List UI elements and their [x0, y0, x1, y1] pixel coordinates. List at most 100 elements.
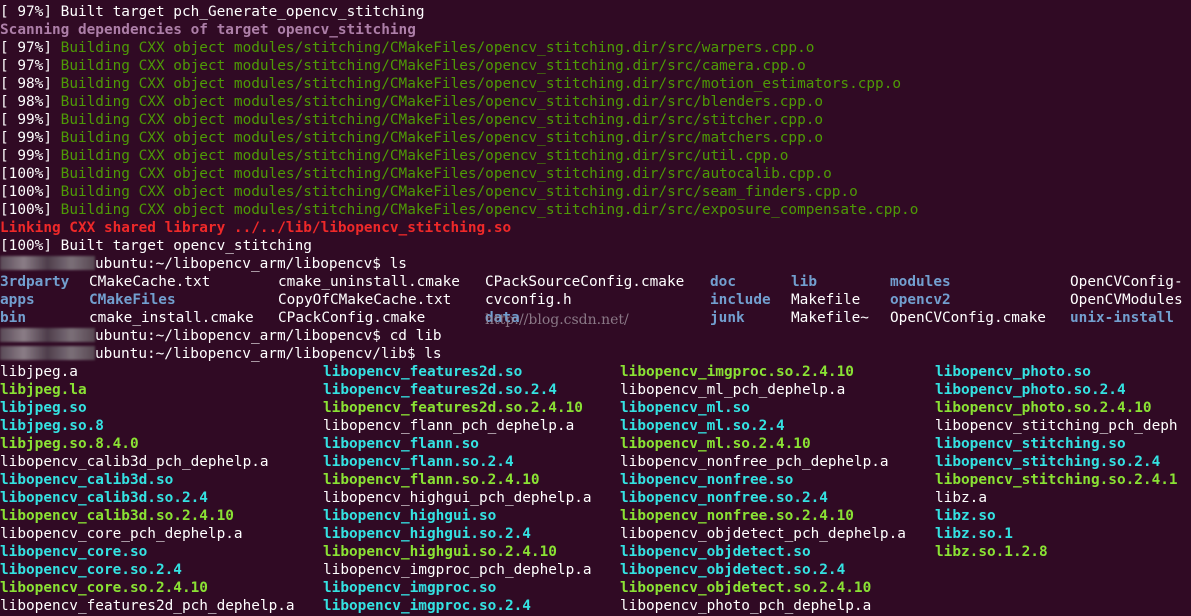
ls-entry: libopencv_features2d.so.2.4.10: [323, 400, 583, 416]
build-message: Building CXX object modules/stitching/CM…: [60, 184, 858, 200]
ls-entry: libopencv_features2d.so: [323, 364, 523, 380]
ls-entry: libopencv_flann.so.2.4: [323, 454, 514, 470]
ls-entry: libopencv_calib3d.so: [0, 472, 174, 488]
ls-entry: 3rdparty: [0, 274, 70, 290]
ls-entry: cmake_uninstall.cmake: [278, 274, 460, 290]
ls-entry: libopencv_imgproc.so: [323, 580, 497, 596]
build-message: Building CXX object modules/stitching/CM…: [60, 166, 832, 182]
ls-entry: CPackConfig.cmake: [278, 310, 426, 326]
prompt-command: ls: [389, 256, 407, 272]
build-output-line: [ 99%] Building CXX object modules/stitc…: [0, 147, 788, 165]
ls-entry: libopencv_objdetect_pch_dephelp.a: [620, 526, 906, 542]
ls-entry: libopencv_stitching.so.2.4: [935, 454, 1161, 470]
build-message: Building CXX object modules/stitching/CM…: [60, 76, 902, 92]
ls-entry: libopencv_photo.so.2.4.10: [935, 400, 1152, 416]
ls-entry: libopencv_nonfree.so.2.4.10: [620, 508, 854, 524]
ls-entry: libopencv_flann_pch_dephelp.a: [323, 418, 575, 434]
ls-entry: libopencv_nonfree_pch_dephelp.a: [620, 454, 889, 470]
ls-entry: libz.so.1.2.8: [935, 544, 1048, 560]
redacted-user-host: [0, 256, 95, 270]
ls-entry: libopencv_core.so: [0, 544, 148, 560]
build-message: Building CXX object modules/stitching/CM…: [60, 202, 919, 218]
build-message: Scanning dependencies of target opencv_s…: [0, 22, 416, 38]
build-output-line: [ 98%] Building CXX object modules/stitc…: [0, 75, 901, 93]
ls-entry: libopencv_highgui.so.2.4.10: [323, 544, 557, 560]
ls-entry: libopencv_photo_pch_dephelp.a: [620, 598, 872, 614]
build-output-line: [ 99%] Building CXX object modules/stitc…: [0, 111, 823, 129]
build-message: Building CXX object modules/stitching/CM…: [60, 58, 806, 74]
ls-entry: libopencv_ml.so.2.4: [620, 418, 785, 434]
build-output-line: [100%] Built target opencv_stitching: [0, 237, 312, 255]
ls-entry: libjpeg.so.8: [0, 418, 104, 434]
ls-entry: libopencv_core.so.2.4.10: [0, 580, 208, 596]
ls-entry: libopencv_calib3d_pch_dephelp.a: [0, 454, 269, 470]
ls-entry: libopencv_stitching_pch_deph: [935, 418, 1178, 434]
prompt-command: cd lib: [389, 328, 442, 344]
ls-entry: libopencv_ml_pch_dephelp.a: [620, 382, 846, 398]
ls-entry: CMakeFiles: [89, 292, 176, 308]
ls-entry: Makefile: [791, 292, 861, 308]
prompt-path: ubuntu:~/libopencv_arm/libopencv$: [95, 256, 390, 272]
ls-entry: libopencv_highgui.so.2.4: [323, 526, 531, 542]
build-message: Building CXX object modules/stitching/CM…: [60, 130, 824, 146]
ls-entry: libopencv_objdetect.so: [620, 544, 811, 560]
build-output-line: [100%] Building CXX object modules/stitc…: [0, 165, 832, 183]
shell-prompt-line: ubuntu:~/libopencv_arm/libopencv$ cd lib: [0, 327, 442, 345]
prompt-command: ls: [424, 346, 442, 362]
ls-entry: libz.a: [935, 490, 987, 506]
ls-entry: cmake_install.cmake: [89, 310, 254, 326]
terminal-window[interactable]: [ 97%] Built target pch_Generate_opencv_…: [0, 0, 1191, 616]
build-output-line: [ 97%] Building CXX object modules/stitc…: [0, 57, 806, 75]
ls-entry: Makefile~: [791, 310, 869, 326]
build-output-line: [ 98%] Building CXX object modules/stitc…: [0, 93, 823, 111]
ls-entry: libopencv_objdetect.so.2.4: [620, 562, 846, 578]
progress-prefix: [ 97%]: [0, 58, 61, 74]
ls-entry: include: [710, 292, 771, 308]
ls-entry: libjpeg.so: [0, 400, 87, 416]
progress-prefix: [ 98%]: [0, 76, 61, 92]
build-output-line: [100%] Building CXX object modules/stitc…: [0, 183, 858, 201]
ls-entry: libjpeg.so.8.4.0: [0, 436, 139, 452]
ls-entry: libz.so: [935, 508, 996, 524]
ls-entry: OpenCVModules: [1070, 292, 1183, 308]
ls-entry: doc: [710, 274, 736, 290]
ls-entry: unix-install: [1070, 310, 1174, 326]
build-output-line: [ 99%] Building CXX object modules/stitc…: [0, 129, 823, 147]
prompt-path: ubuntu:~/libopencv_arm/libopencv/lib$: [95, 346, 425, 362]
ls-entry: OpenCVConfig.cmake: [890, 310, 1046, 326]
build-message: Linking CXX shared library ../../lib/lib…: [0, 220, 512, 236]
ls-entry: apps: [0, 292, 35, 308]
ls-entry: CPackSourceConfig.cmake: [485, 274, 685, 290]
ls-entry: opencv2: [890, 292, 951, 308]
ls-entry: cvconfig.h: [485, 292, 572, 308]
ls-entry: modules: [890, 274, 951, 290]
ls-entry: libopencv_nonfree.so: [620, 472, 794, 488]
shell-prompt-line: ubuntu:~/libopencv_arm/libopencv/lib$ ls: [0, 345, 442, 363]
build-output-line: [100%] Building CXX object modules/stitc…: [0, 201, 918, 219]
progress-prefix: [100%]: [0, 238, 61, 254]
build-message: Building CXX object modules/stitching/CM…: [60, 148, 789, 164]
ls-entry: libopencv_features2d.so.2.4: [323, 382, 557, 398]
ls-entry: libz.so.1: [935, 526, 1013, 542]
ls-entry: libopencv_photo.so.2.4: [935, 382, 1126, 398]
ls-entry: libopencv_nonfree.so.2.4: [620, 490, 828, 506]
ls-entry: libopencv_imgproc.so.2.4: [323, 598, 531, 614]
ls-entry: libopencv_objdetect.so.2.4.10: [620, 580, 872, 596]
redacted-user-host: [0, 328, 95, 342]
build-message: Built target opencv_stitching: [60, 238, 312, 254]
ls-entry: libopencv_features2d_pch_dephelp.a: [0, 598, 295, 614]
ls-entry: libopencv_imgproc.so.2.4.10: [620, 364, 854, 380]
progress-prefix: [100%]: [0, 184, 61, 200]
prompt-path: ubuntu:~/libopencv_arm/libopencv$: [95, 328, 390, 344]
redacted-user-host: [0, 346, 95, 360]
build-message: Built target pch_Generate_opencv_stitchi…: [60, 4, 425, 20]
ls-entry: libopencv_ml.so.2.4.10: [620, 436, 811, 452]
progress-prefix: [ 98%]: [0, 94, 61, 110]
ls-entry: libopencv_imgproc_pch_dephelp.a: [323, 562, 592, 578]
ls-entry: libopencv_highgui_pch_dephelp.a: [323, 490, 592, 506]
ls-entry: junk: [710, 310, 745, 326]
build-message: Building CXX object modules/stitching/CM…: [60, 40, 815, 56]
ls-entry: OpenCVConfig-: [1070, 274, 1183, 290]
progress-prefix: [ 97%]: [0, 40, 61, 56]
ls-entry: libopencv_calib3d.so.2.4.10: [0, 508, 234, 524]
